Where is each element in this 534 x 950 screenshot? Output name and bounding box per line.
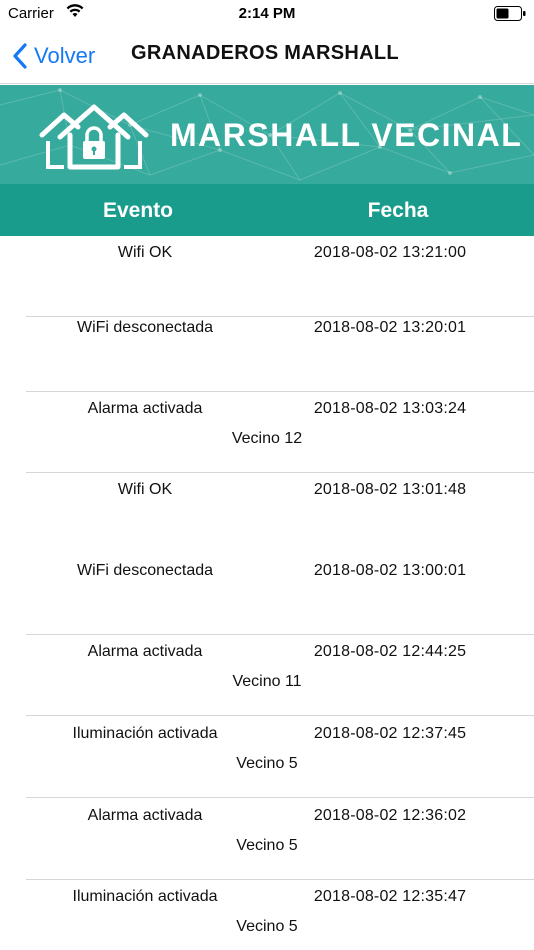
table-row[interactable]: WiFi desconectada 2018-08-02 13:20:01 xyxy=(0,311,534,392)
event-name: WiFi desconectada xyxy=(76,562,214,579)
event-name: Alarma activada xyxy=(87,807,203,824)
navigation-bar: Volver GRANADEROS MARSHALL xyxy=(0,28,534,84)
event-date: 2018-08-02 12:36:02 xyxy=(313,807,467,824)
event-name: Alarma activada xyxy=(87,643,203,660)
event-name: Iluminación activada xyxy=(72,725,218,742)
back-button[interactable]: Volver xyxy=(12,38,95,74)
event-name: Iluminación activada xyxy=(72,888,218,905)
event-name: WiFi desconectada xyxy=(76,319,214,336)
event-date: 2018-08-02 12:37:45 xyxy=(313,725,467,742)
back-button-label: Volver xyxy=(34,43,96,68)
table-row[interactable]: Iluminación activada 2018-08-02 12:35:47… xyxy=(0,880,534,950)
status-time: 2:14 PM xyxy=(238,5,296,22)
event-neighbor: Vecino 12 xyxy=(231,430,303,447)
table-row[interactable]: Wifi OK 2018-08-02 13:01:48 xyxy=(0,473,534,554)
event-neighbor: Vecino 5 xyxy=(236,837,298,854)
table-row[interactable]: Alarma activada 2018-08-02 13:03:24 Veci… xyxy=(0,392,534,473)
table-row[interactable]: WiFi desconectada 2018-08-02 13:00:01 xyxy=(0,554,534,635)
event-name: Alarma activada xyxy=(87,400,203,417)
battery-icon xyxy=(494,6,526,21)
event-date: 2018-08-02 13:20:01 xyxy=(313,319,467,336)
event-name: Wifi OK xyxy=(117,244,173,261)
column-header-fecha: Fecha xyxy=(367,199,429,222)
column-header-evento: Evento xyxy=(102,199,173,222)
event-neighbor: Vecino 11 xyxy=(232,673,302,690)
event-neighbor: Vecino 5 xyxy=(236,755,298,772)
table-row[interactable]: Wifi OK 2018-08-02 13:21:00 xyxy=(0,236,534,317)
event-date: 2018-08-02 13:21:00 xyxy=(313,244,467,261)
chevron-left-icon xyxy=(13,43,27,69)
table-header: Evento Fecha xyxy=(0,184,534,236)
table-row[interactable]: Alarma activada 2018-08-02 12:36:02 Veci… xyxy=(0,799,534,880)
banner-title: MARSHALL VECINAL xyxy=(170,117,523,153)
event-name: Wifi OK xyxy=(117,481,173,498)
status-bar: Carrier 2:14 PM xyxy=(0,0,534,28)
event-neighbor: Vecino 5 xyxy=(236,918,298,935)
brand-banner: MARSHALL VECINAL xyxy=(0,85,534,184)
event-date: 2018-08-02 13:01:48 xyxy=(313,481,467,498)
houses-lock-logo xyxy=(39,104,149,170)
event-date: 2018-08-02 12:35:47 xyxy=(313,888,467,905)
table-row[interactable]: Alarma activada 2018-08-02 12:44:25 Veci… xyxy=(0,635,534,716)
table-row[interactable]: Iluminación activada 2018-08-02 12:37:45… xyxy=(0,717,534,798)
event-date: 2018-08-02 12:44:25 xyxy=(313,643,467,660)
page-title: GRANADEROS MARSHALL xyxy=(131,42,399,64)
event-date: 2018-08-02 13:03:24 xyxy=(313,400,467,417)
event-date: 2018-08-02 13:00:01 xyxy=(313,562,467,579)
event-list[interactable]: Wifi OK 2018-08-02 13:21:00 WiFi descone… xyxy=(0,236,534,950)
